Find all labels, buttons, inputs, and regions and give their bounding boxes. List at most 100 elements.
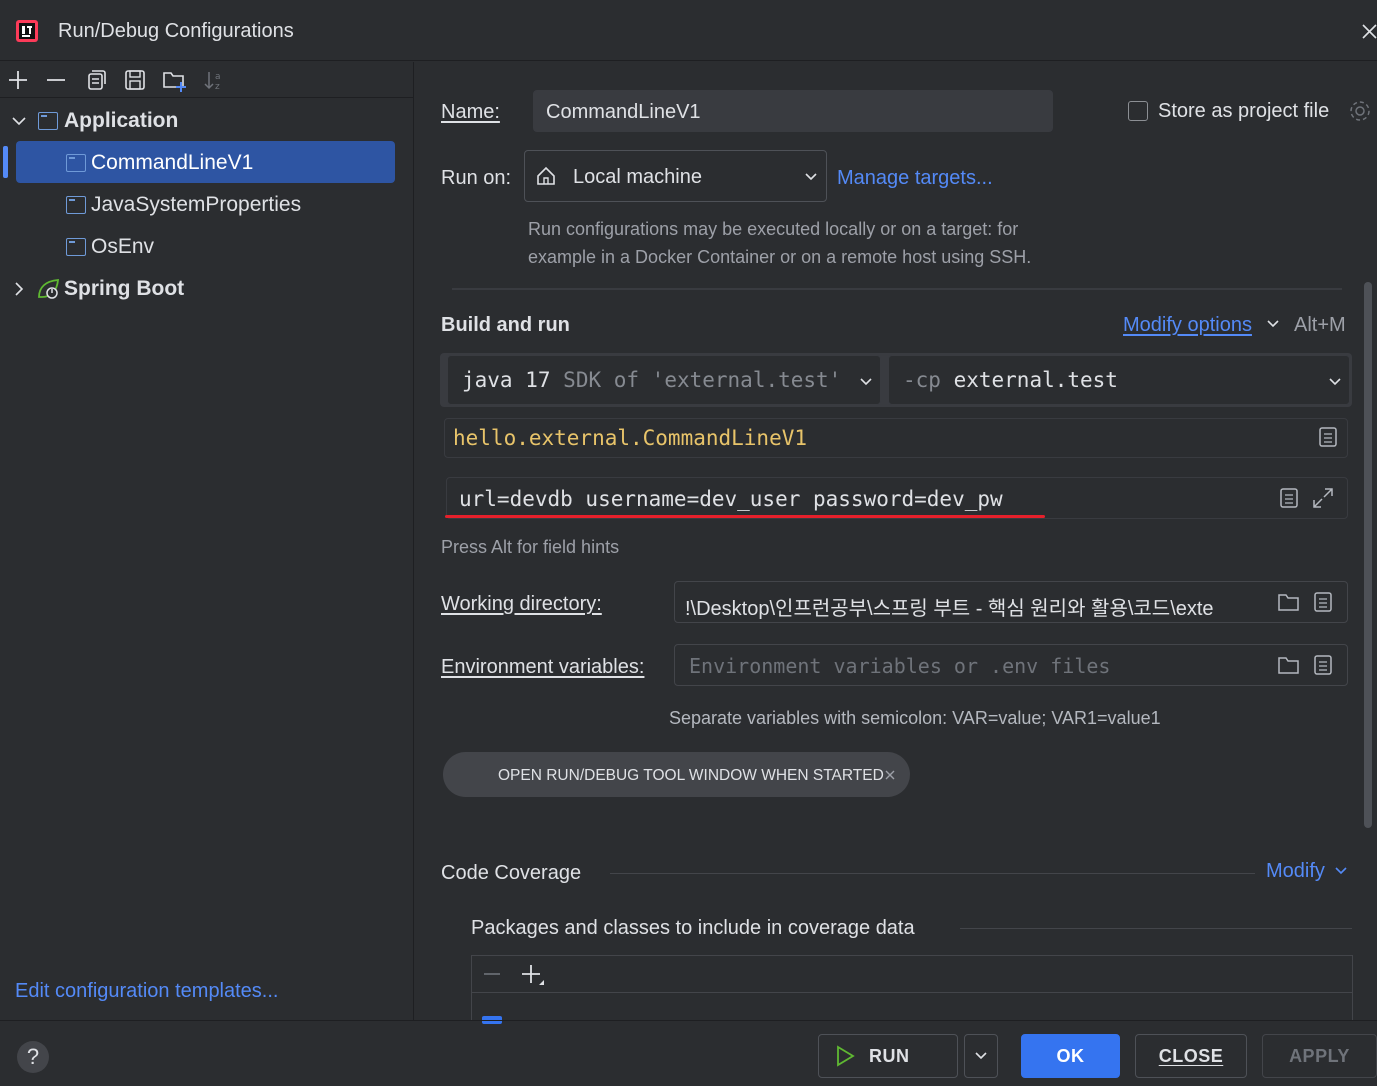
run-label: RUN xyxy=(869,1045,910,1066)
name-field[interactable]: CommandLineV1 xyxy=(533,90,1053,132)
run-on-hint-line2: example in a Docker Container or on a re… xyxy=(528,247,1032,267)
chevron-down-icon[interactable] xyxy=(1333,863,1349,879)
chevron-down-icon xyxy=(858,374,874,390)
close-chip-icon[interactable] xyxy=(884,769,896,781)
modify-link[interactable]: Modify xyxy=(1266,860,1325,883)
ok-button[interactable]: OK xyxy=(1021,1034,1120,1078)
document-icon[interactable] xyxy=(1313,590,1333,614)
packages-toolbar xyxy=(472,956,1352,993)
document-icon[interactable] xyxy=(1279,486,1299,510)
config-icon xyxy=(66,154,86,172)
separator xyxy=(960,928,1352,929)
sdk-java: java 17 xyxy=(462,368,551,392)
run-button[interactable]: RUN xyxy=(818,1034,958,1078)
new-folder-icon[interactable] xyxy=(162,68,186,92)
save-icon[interactable] xyxy=(123,68,147,92)
remove-icon[interactable] xyxy=(482,964,502,984)
env-placeholder: Environment variables or .env files xyxy=(689,654,1111,678)
add-icon[interactable] xyxy=(6,68,30,92)
document-icon[interactable] xyxy=(1318,425,1338,449)
shortcut-hint: Alt+M xyxy=(1294,314,1346,336)
workdir-value: !\Desktop\인프런공부\스프링 부트 - 핵심 원리와 활용\코드\ex… xyxy=(685,598,1214,620)
apply-button[interactable]: APPLY xyxy=(1262,1034,1377,1078)
sort-icon[interactable]: az xyxy=(202,68,226,92)
code-coverage-heading: Code Coverage xyxy=(441,862,582,884)
chevron-right-icon[interactable] xyxy=(10,280,28,298)
copy-icon[interactable] xyxy=(84,68,108,92)
expand-icon[interactable] xyxy=(1311,486,1335,510)
play-icon xyxy=(835,1045,855,1067)
application-icon xyxy=(38,112,58,130)
close-window-icon[interactable] xyxy=(1360,20,1377,42)
chevron-down-icon xyxy=(1327,374,1343,390)
chevron-down-icon[interactable] xyxy=(1265,316,1281,332)
edit-templates-link[interactable]: Edit configuration templates... xyxy=(15,980,278,1003)
open-tool-window-chip[interactable]: OPEN RUN/DEBUG TOOL WINDOW WHEN STARTED xyxy=(443,752,910,797)
env-field[interactable]: Environment variables or .env files xyxy=(674,644,1348,686)
sdk-rest: SDK of 'external.test' xyxy=(563,368,842,392)
folder-icon[interactable] xyxy=(1277,654,1301,676)
gear-icon[interactable] xyxy=(1348,99,1372,123)
classpath-dropdown[interactable]: -cp external.test xyxy=(888,355,1350,405)
help-button[interactable]: ? xyxy=(17,1041,49,1073)
program-args-value: url=devdb username=dev_user password=dev… xyxy=(459,487,1003,511)
tree-label-application: Application xyxy=(64,109,179,132)
separator xyxy=(452,288,1342,290)
document-icon[interactable] xyxy=(1313,653,1333,677)
program-args-field[interactable]: url=devdb username=dev_user password=dev… xyxy=(446,477,1348,519)
intellij-logo-icon xyxy=(14,18,42,44)
chip-label: OPEN RUN/DEBUG TOOL WINDOW WHEN STARTED xyxy=(498,767,884,784)
remove-icon[interactable] xyxy=(44,68,68,92)
tree-item-osenv[interactable]: OsEnv xyxy=(0,227,414,267)
tree-item-label: OsEnv xyxy=(91,235,155,258)
build-run-heading: Build and run xyxy=(441,314,570,336)
run-on-label: Run on: xyxy=(441,167,512,189)
press-alt-hint: Press Alt for field hints xyxy=(441,537,620,557)
add-icon[interactable] xyxy=(520,963,546,987)
folder-icon[interactable] xyxy=(1277,591,1301,613)
packages-label: Packages and classes to include in cover… xyxy=(471,917,915,939)
store-project-checkbox[interactable] xyxy=(1128,101,1148,121)
chevron-down-icon xyxy=(803,169,819,185)
name-value: CommandLineV1 xyxy=(546,101,701,123)
name-label: Name: xyxy=(441,101,500,123)
workdir-label: Working directory: xyxy=(441,593,602,615)
run-on-dropdown[interactable]: Local machine xyxy=(524,150,827,202)
main-class-field[interactable]: hello.external.CommandLineV1 xyxy=(444,418,1348,458)
run-dropdown-button[interactable] xyxy=(964,1034,998,1078)
config-toolbar: az xyxy=(0,62,414,98)
config-icon xyxy=(66,196,86,214)
cp-value: external.test xyxy=(953,368,1118,392)
spring-boot-icon xyxy=(36,277,62,301)
config-icon xyxy=(66,238,86,256)
svg-text:a: a xyxy=(215,72,221,82)
close-button[interactable]: CLOSE xyxy=(1135,1034,1247,1078)
home-icon xyxy=(535,165,557,187)
sdk-dropdown[interactable]: java 17 SDK of 'external.test' xyxy=(447,355,881,405)
tree-item-label: JavaSystemProperties xyxy=(91,193,302,216)
tree-item-commandlinev1[interactable]: CommandLineV1 xyxy=(0,143,414,183)
tree-node-application[interactable]: Application xyxy=(0,101,414,141)
chevron-down-icon[interactable] xyxy=(10,112,28,130)
env-label: Environment variables: xyxy=(441,656,645,678)
cp-flag: -cp xyxy=(903,368,941,392)
run-on-hint-line1: Run configurations may be executed local… xyxy=(528,219,1019,239)
separator xyxy=(610,873,1255,874)
env-hint: Separate variables with semicolon: VAR=v… xyxy=(669,708,1161,728)
tree-node-spring-boot[interactable]: Spring Boot xyxy=(0,269,414,309)
chevron-down-icon xyxy=(973,1048,989,1064)
store-project-label[interactable]: Store as project file xyxy=(1158,100,1329,123)
run-on-value: Local machine xyxy=(573,166,702,188)
window-title: Run/Debug Configurations xyxy=(58,20,294,42)
tree-item-javasystemproperties[interactable]: JavaSystemProperties xyxy=(0,185,414,225)
scrollbar-thumb[interactable] xyxy=(1364,282,1372,828)
svg-text:z: z xyxy=(215,82,220,92)
tree-item-label: CommandLineV1 xyxy=(91,151,254,174)
workdir-field[interactable]: !\Desktop\인프런공부\스프링 부트 - 핵심 원리와 활용\코드\ex… xyxy=(674,581,1348,623)
modify-options-link[interactable]: Modify options xyxy=(1123,314,1252,337)
tree-label-spring-boot: Spring Boot xyxy=(64,277,185,300)
packages-table xyxy=(471,955,1353,1024)
main-class-value: hello.external.CommandLineV1 xyxy=(453,426,808,450)
manage-targets-link[interactable]: Manage targets... xyxy=(837,167,993,190)
red-underline-annotation xyxy=(445,515,1045,518)
